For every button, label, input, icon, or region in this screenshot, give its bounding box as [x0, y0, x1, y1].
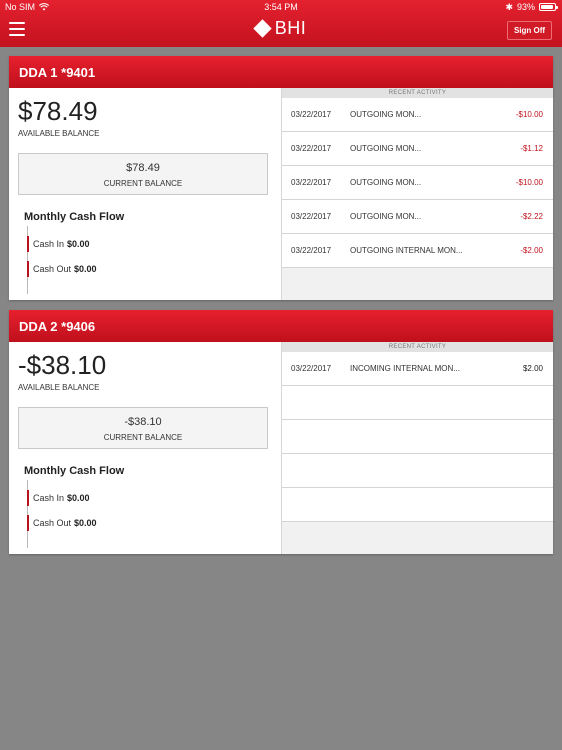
activity-row-empty	[282, 420, 553, 454]
app-header: No SIM 3:54 PM ✱ 93% BHI Sign Off	[0, 0, 562, 47]
status-bar: No SIM 3:54 PM ✱ 93%	[0, 0, 562, 14]
cash-in-value: $0.00	[67, 239, 90, 249]
cash-in-value: $0.00	[67, 493, 90, 503]
logo-text: BHI	[274, 18, 307, 38]
cash-out-label: Cash Out	[33, 518, 72, 528]
recent-activity-panel: RECENT ACTIVITY 03/22/2017 OUTGOING MON.…	[281, 88, 553, 300]
activity-row-empty	[282, 386, 553, 420]
cash-in-label: Cash In	[33, 493, 65, 503]
activity-date: 03/22/2017	[291, 212, 332, 221]
activity-description: OUTGOING MON...	[350, 144, 422, 153]
sign-off-button[interactable]: Sign Off	[507, 21, 552, 40]
activity-description: OUTGOING MON...	[350, 212, 422, 221]
cash-flow-title: Monthly Cash Flow	[24, 465, 125, 477]
account-card[interactable]: DDA 1 *9401 $78.49 AVAILABLE BALANCE $78…	[9, 56, 553, 300]
activity-amount: $2.00	[522, 364, 543, 373]
cash-out-label: Cash Out	[33, 264, 72, 274]
activity-amount: -$2.00	[520, 246, 543, 255]
cash-in-label: Cash In	[33, 239, 65, 249]
activity-date: 03/22/2017	[291, 110, 332, 119]
current-balance-label: CURRENT BALANCE	[103, 179, 183, 188]
activity-description: OUTGOING MON...	[350, 110, 422, 119]
activity-row[interactable]: 03/22/2017 OUTGOING INTERNAL MON... -$2.…	[282, 234, 553, 268]
recent-activity-header: RECENT ACTIVITY	[282, 342, 553, 352]
available-balance-label: AVAILABLE BALANCE	[18, 129, 100, 138]
activity-row-empty	[282, 454, 553, 488]
activity-row-empty	[282, 488, 553, 522]
activity-row[interactable]: 03/22/2017 OUTGOING MON... -$1.12	[282, 132, 553, 166]
status-right: ✱ 93%	[505, 1, 558, 12]
activity-date: 03/22/2017	[291, 246, 332, 255]
activity-row[interactable]: 03/22/2017 OUTGOING MON... -$10.00	[282, 98, 553, 132]
activity-amount: -$2.22	[520, 212, 543, 221]
app-logo: BHI	[0, 18, 562, 39]
status-time: 3:54 PM	[264, 2, 298, 12]
current-balance-label: CURRENT BALANCE	[103, 433, 183, 442]
current-balance-amount: -$38.10	[124, 416, 162, 428]
cash-out-value: $0.00	[74, 264, 97, 274]
activity-amount: -$10.00	[515, 110, 543, 119]
account-title[interactable]: DDA 1 *9401	[9, 56, 553, 88]
activity-date: 03/22/2017	[291, 364, 332, 373]
activity-description: INCOMING INTERNAL MON...	[350, 364, 460, 373]
activity-date: 03/22/2017	[291, 144, 332, 153]
balance-panel: $78.49 AVAILABLE BALANCE $78.49 CURRENT …	[9, 88, 281, 300]
diamond-logo-icon	[253, 19, 272, 38]
recent-activity-panel: RECENT ACTIVITY 03/22/2017 INCOMING INTE…	[281, 342, 553, 554]
battery-icon	[539, 3, 558, 11]
current-balance-box: $78.49 CURRENT BALANCE	[18, 153, 268, 195]
available-balance-label: AVAILABLE BALANCE	[18, 383, 100, 392]
account-body: -$38.10 AVAILABLE BALANCE -$38.10 CURREN…	[9, 342, 553, 554]
cash-flow-title: Monthly Cash Flow	[24, 211, 125, 223]
cash-in-item: Cash In $0.00	[27, 236, 90, 252]
available-balance-amount: $78.49	[18, 96, 98, 126]
battery-fill	[541, 5, 553, 9]
cash-out-value: $0.00	[74, 518, 97, 528]
activity-date: 03/22/2017	[291, 178, 332, 187]
current-balance-box: -$38.10 CURRENT BALANCE	[18, 407, 268, 449]
battery-percent: 93%	[516, 2, 535, 12]
activity-amount: -$10.00	[515, 178, 543, 187]
current-balance-amount: $78.49	[126, 162, 160, 174]
activity-row[interactable]: 03/22/2017 OUTGOING MON... -$2.22	[282, 200, 553, 234]
activity-description: OUTGOING INTERNAL MON...	[350, 246, 463, 255]
activity-description: OUTGOING MON...	[350, 178, 422, 187]
cash-in-item: Cash In $0.00	[27, 490, 90, 506]
activity-amount: -$1.12	[520, 144, 543, 153]
available-balance-amount: -$38.10	[18, 350, 107, 380]
activity-row[interactable]: 03/22/2017 INCOMING INTERNAL MON... $2.0…	[282, 352, 553, 386]
account-title[interactable]: DDA 2 *9406	[9, 310, 553, 342]
bluetooth-icon: ✱	[505, 1, 513, 12]
account-body: $78.49 AVAILABLE BALANCE $78.49 CURRENT …	[9, 88, 553, 300]
recent-activity-header: RECENT ACTIVITY	[282, 88, 553, 98]
cash-out-item: Cash Out $0.00	[27, 261, 97, 277]
account-card[interactable]: DDA 2 *9406 -$38.10 AVAILABLE BALANCE -$…	[9, 310, 553, 554]
activity-row[interactable]: 03/22/2017 OUTGOING MON... -$10.00	[282, 166, 553, 200]
cash-out-item: Cash Out $0.00	[27, 515, 97, 531]
balance-panel: -$38.10 AVAILABLE BALANCE -$38.10 CURREN…	[9, 342, 281, 554]
